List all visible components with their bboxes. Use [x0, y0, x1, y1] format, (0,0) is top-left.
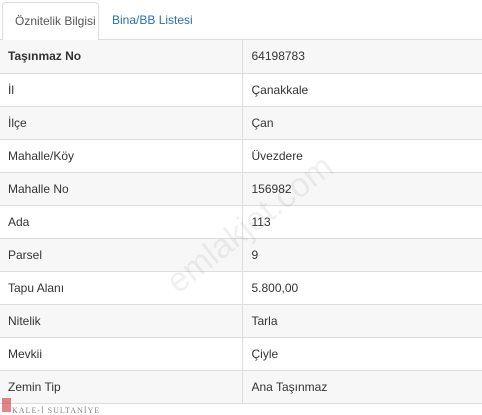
table-row: Tapu Alanı 5.800,00 [0, 271, 482, 305]
row-value-tasinmaz-no: 64198783 [242, 40, 482, 74]
row-label-ada: Ada [0, 205, 243, 239]
attribute-table: Taşınmaz No 64198783 İl Çanakkale İlçe Ç… [0, 40, 482, 404]
row-value-il: Çanakkale [242, 73, 482, 107]
row-label-nitelik: Nitelik [0, 304, 243, 338]
table-row: Taşınmaz No 64198783 [0, 40, 482, 74]
table-row: Mahalle No 156982 [0, 172, 482, 206]
row-value-nitelik: Tarla [242, 304, 482, 338]
row-value-mahalle-no: 156982 [242, 172, 482, 206]
table-row: Nitelik Tarla [0, 304, 482, 338]
row-label-mahalle-no: Mahalle No [0, 172, 243, 206]
tab-bina-bb-listesi[interactable]: Bina/BB Listesi [100, 2, 205, 41]
row-label-mevkii: Mevkii [0, 337, 243, 371]
row-value-parsel: 9 [242, 238, 482, 272]
row-value-tapu-alani: 5.800,00 [242, 271, 482, 305]
table-row: Mahalle/Köy Üvezdere [0, 139, 482, 173]
table-row: Ada 113 [0, 205, 482, 239]
row-label-tasinmaz-no: Taşınmaz No [0, 40, 243, 74]
row-value-mahalle-koy: Üvezdere [242, 139, 482, 173]
table-row: Parsel 9 [0, 238, 482, 272]
row-label-zemin-tip: Zemin Tip [0, 370, 243, 404]
logo-text: KALE-İ SULTANİYE [12, 406, 101, 415]
table-row: İl Çanakkale [0, 73, 482, 107]
row-label-tapu-alani: Tapu Alanı [0, 271, 243, 305]
tab-oznitelik-bilgisi[interactable]: Öznitelik Bilgisi [2, 2, 99, 41]
row-value-ada: 113 [242, 205, 482, 239]
row-label-ilce: İlçe [0, 106, 243, 140]
row-label-il: İl [0, 73, 243, 107]
row-value-mevkii: Çiyle [242, 337, 482, 371]
row-value-ilce: Çan [242, 106, 482, 140]
tab-bar: Öznitelik Bilgisi Bina/BB Listesi [0, 0, 482, 41]
table-row: Mevkii Çiyle [0, 337, 482, 371]
table-row: İlçe Çan [0, 106, 482, 140]
row-value-zemin-tip: Ana Taşınmaz [242, 370, 482, 404]
row-label-parsel: Parsel [0, 238, 243, 272]
row-label-mahalle-koy: Mahalle/Köy [0, 139, 243, 173]
attribute-table-container: Taşınmaz No 64198783 İl Çanakkale İlçe Ç… [0, 40, 482, 404]
table-row: Zemin Tip Ana Taşınmaz [0, 370, 482, 404]
